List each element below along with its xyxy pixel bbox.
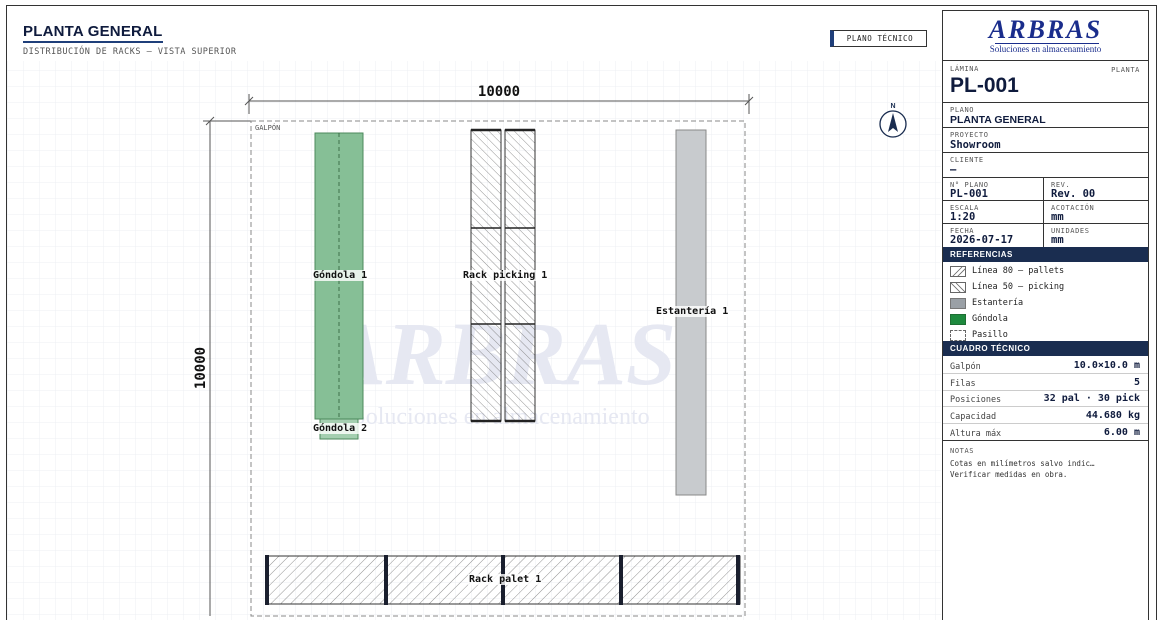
tech-key: Filas	[950, 379, 976, 389]
ref-label: Pasillo	[972, 330, 1008, 340]
north-arrow-icon	[879, 110, 907, 138]
proyecto-cell: PROYECTO Showroom	[943, 128, 1148, 153]
escala-cell: ESCALA 1:20	[943, 201, 1044, 224]
color-swatch	[950, 314, 966, 325]
unidades-cell: UNIDADES mm	[1044, 224, 1148, 247]
hatch-swatch-50	[950, 282, 966, 293]
tech-key: Galpón	[950, 362, 981, 372]
drawing-area: ARBRAS Soluciones en almacenamiento 1000…	[7, 6, 941, 620]
acotacion-cell: ACOTACIÓN mm	[1044, 201, 1148, 224]
estanteria-1-label: Estantería 1	[655, 306, 730, 317]
fecha-value: 2026-07-17	[950, 234, 1014, 246]
nota-line-1: Cotas en milímetros salvo indic…	[950, 459, 1095, 468]
logo-word: ARBRAS	[988, 15, 1103, 44]
referencias-header: REFERENCIAS	[943, 247, 1148, 262]
dim-height-label: 10000	[193, 347, 209, 389]
cliente-value: —	[950, 164, 957, 176]
logo-tagline: Soluciones en almacenamiento	[989, 44, 1102, 54]
plano-label: PLANO	[950, 106, 975, 114]
cliente-cell: CLIENTE —	[943, 153, 1148, 178]
tech-row-galpon: Galpón 10.0×10.0 m	[943, 358, 1148, 374]
gondola-1-label: Góndola 1	[312, 270, 369, 281]
ref-label: Línea 80 — pallets	[972, 266, 1065, 276]
plano-tecnico-badge[interactable]: PLANO TÉCNICO	[830, 30, 927, 47]
tech-row-capacidad: Capacidad 44.680 kg	[943, 408, 1148, 424]
galpon-label: GALPÓN	[255, 123, 280, 132]
cuadro-tecnico-header: CUADRO TÉCNICO	[943, 341, 1148, 356]
hatch-swatch-80	[950, 266, 966, 277]
fecha-cell: FECHA 2026-07-17	[943, 224, 1044, 247]
tech-key: Posiciones	[950, 395, 1002, 405]
tech-value: 10.0×10.0 m	[1073, 360, 1140, 371]
tech-key: Altura máx	[950, 429, 1002, 439]
brand-logo: ARBRAS Soluciones en almacenamiento	[943, 11, 1148, 61]
lamina-cell: LÁMINA PLANTA PL-001	[943, 61, 1148, 103]
proyecto-label: PROYECTO	[950, 131, 989, 139]
ref-label: Góndola	[972, 314, 1008, 324]
unidades-value: mm	[1051, 234, 1064, 246]
tech-key: Capacidad	[950, 412, 997, 422]
tech-value: 32 pal · 30 pick	[1043, 393, 1140, 404]
rev-cell: REV. Rev. 00	[1044, 178, 1148, 201]
tech-value: 6.00 m	[1103, 427, 1140, 438]
tech-row-altura: Altura máx 6.00 m	[943, 425, 1148, 441]
gondola-2-label: Góndola 2	[312, 423, 369, 434]
plano-cell: PLANO PLANTA GENERAL	[943, 103, 1148, 128]
lamina-type: PLANTA	[1111, 66, 1140, 74]
nota-line-2: Verificar medidas en obra.	[950, 470, 1068, 479]
tech-value: 44.680 kg	[1085, 410, 1140, 421]
acotacion-value: mm	[1051, 211, 1064, 223]
north-label: N	[890, 103, 895, 110]
ref-label: Estantería	[972, 298, 1024, 308]
tech-row-filas: Filas 5	[943, 375, 1148, 391]
title-block-panel: ARBRAS Soluciones en almacenamiento LÁMI…	[942, 10, 1149, 620]
cliente-label: CLIENTE	[950, 156, 984, 164]
rack-picking-1-label: Rack picking 1	[462, 270, 549, 281]
plan-canvas: ARBRAS Soluciones en almacenamiento 1000…	[7, 61, 941, 620]
tech-row-posiciones: Posiciones 32 pal · 30 pick	[943, 391, 1148, 407]
rev-value: Rev. 00	[1051, 188, 1096, 200]
dim-width-label: 10000	[478, 84, 520, 100]
title-underline	[23, 41, 163, 43]
rack-palet-1-label: Rack palet 1	[468, 574, 543, 585]
color-swatch	[950, 298, 966, 309]
page-subtitle: DISTRIBUCIÓN DE RACKS — VISTA SUPERIOR	[23, 47, 237, 57]
ref-label: Línea 50 — picking	[972, 282, 1065, 292]
dashed-swatch	[950, 330, 966, 341]
notas-label: NOTAS	[950, 447, 975, 455]
nplano-value: PL-001	[950, 188, 988, 200]
escala-value: 1:20	[950, 211, 976, 223]
lamina-code: PL-001	[950, 74, 1019, 97]
nplano-cell: N° PLANO PL-001	[943, 178, 1044, 201]
lamina-label: LÁMINA	[950, 65, 979, 73]
tech-value: 5	[1133, 377, 1140, 388]
proyecto-value: Showroom	[950, 139, 1001, 151]
page-title: PLANTA GENERAL	[23, 23, 163, 40]
plano-value: PLANTA GENERAL	[950, 114, 1046, 126]
